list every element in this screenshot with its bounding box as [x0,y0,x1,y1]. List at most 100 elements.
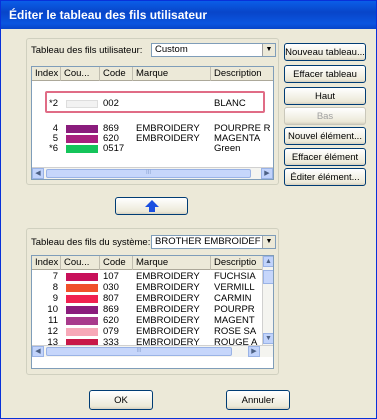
row-brand: EMBROIDERY [136,283,200,293]
row-code: 0517 [103,144,125,154]
row-code: 079 [103,327,119,337]
new-table-button[interactable]: Nouveau tableau... [284,43,366,61]
row-index: 10 [47,305,58,315]
row-color [61,134,100,144]
delete-item-button[interactable]: Effacer élément [284,148,366,166]
row-code: 869 [103,305,119,315]
user-table-combo-value: Custom [155,44,188,55]
system-table-label: Tableau des fils du système: [31,237,151,248]
column-code[interactable]: Code [100,67,133,81]
system-list-hscrollbar[interactable]: ◀ III ▶ [32,345,273,357]
column-index[interactable]: Index [32,256,61,270]
scroll-up-icon[interactable]: ▲ [263,256,273,267]
scroll-left-icon[interactable]: ◀ [32,168,44,179]
system-table-combo-value: BROTHER EMBROIDEF [155,236,261,247]
color-swatch [66,328,98,336]
ok-button[interactable]: OK [89,390,153,410]
new-item-button[interactable]: Nouvel élément... [284,127,366,145]
list-item[interactable]: 4 869 EMBROIDERY POURPRE R [32,124,273,134]
system-list-header: Index Cou... Code Marque Descriptio [32,256,263,270]
row-brand [133,144,211,154]
row-index: 11 [48,316,58,326]
list-item[interactable]: 8 030 EMBROIDERY VERMILL [32,283,263,293]
chevron-down-icon[interactable]: ▼ [262,236,275,248]
list-item[interactable]: 11 620 EMBROIDERY MAGENT [32,316,263,326]
row-code: 620 [103,134,119,144]
arrow-up-icon [144,200,159,212]
row-index: *6 [49,144,58,154]
user-table-combo[interactable]: Custom ▼ [151,43,276,57]
row-color [61,144,100,154]
row-index: 5 [52,134,58,144]
list-item[interactable]: *6 0517 Green [32,144,273,154]
row-description: MAGENTA [214,134,261,144]
chevron-down-icon[interactable]: ▼ [262,44,275,56]
row-description: FUCHSIA [214,272,256,282]
row-color [61,283,100,293]
row-index: 7 [52,272,58,282]
column-color[interactable]: Cou... [61,67,100,81]
scroll-right-icon[interactable]: ▶ [248,346,260,357]
row-color [61,272,100,282]
user-table-label: Tableau des fils utilisateur: [31,45,143,56]
system-list-vscrollbar[interactable]: ▲ ▼ [262,256,273,345]
scroll-down-icon[interactable]: ▼ [263,333,273,344]
row-description: POURPR [214,305,255,315]
list-item[interactable]: 13 333 EMBROIDERY ROUGE A [32,338,263,345]
system-thread-list[interactable]: Index Cou... Code Marque Descriptio 7 10… [31,255,274,369]
row-brand: EMBROIDERY [136,124,200,134]
list-item[interactable]: 12 079 EMBROIDERY ROSE SA [32,327,263,337]
dialog-window: Éditer le tableau des fils utilisateur T… [0,0,377,419]
row-brand: EMBROIDERY [136,272,200,282]
column-index[interactable]: Index [32,67,61,81]
row-index: 4 [52,124,58,134]
column-brand[interactable]: Marque [133,256,211,270]
list-item[interactable]: 7 107 EMBROIDERY FUCHSIA [32,272,263,282]
color-swatch [66,306,98,314]
column-description[interactable]: Descriptio [211,256,263,270]
user-thread-list[interactable]: Index Cou... Code Marque Description *2 … [31,66,274,180]
column-code[interactable]: Code [100,256,133,270]
column-description[interactable]: Description [211,67,273,81]
color-swatch [66,317,98,325]
column-brand[interactable]: Marque [133,67,211,81]
scroll-thumb[interactable]: III [46,347,232,356]
scroll-right-icon[interactable]: ▶ [261,168,273,179]
row-code: 620 [103,316,119,326]
row-color [61,338,100,345]
row-index: 13 [47,338,58,345]
row-color [61,294,100,304]
color-swatch [66,284,98,292]
row-brand: EMBROIDERY [136,338,200,345]
row-description: POURPRE R [214,124,271,134]
edit-item-button[interactable]: Éditer élément... [284,168,366,186]
cancel-button[interactable]: Annuler [226,390,290,410]
list-item[interactable]: 9 807 EMBROIDERY CARMIN [32,294,263,304]
color-swatch [66,125,98,133]
scroll-thumb[interactable]: III [46,169,251,178]
row-code: 333 [103,338,119,345]
scroll-left-icon[interactable]: ◀ [32,346,44,357]
row-color [61,305,100,315]
row-color [61,316,100,326]
color-swatch [66,273,98,281]
row-brand: EMBROIDERY [136,327,200,337]
row-index: 9 [52,294,58,304]
clear-table-button[interactable]: Effacer tableau [284,65,366,83]
transfer-up-button[interactable] [115,197,188,215]
row-index: 12 [47,327,58,337]
row-brand: EMBROIDERY [136,316,200,326]
down-button[interactable]: Bas [284,107,366,125]
scroll-thumb[interactable] [263,270,273,284]
selection-highlight [45,91,265,113]
list-item[interactable]: 5 620 EMBROIDERY MAGENTA [32,134,273,144]
color-swatch [66,135,98,143]
system-table-combo[interactable]: BROTHER EMBROIDEF ▼ [151,235,276,249]
window-title: Éditer le tableau des fils utilisateur [1,1,376,29]
row-brand: EMBROIDERY [136,305,200,315]
list-item[interactable]: 10 869 EMBROIDERY POURPR [32,305,263,315]
up-button[interactable]: Haut [284,87,366,105]
row-code: 807 [103,294,119,304]
column-color[interactable]: Cou... [61,256,100,270]
user-list-hscrollbar[interactable]: ◀ III ▶ [32,167,273,179]
